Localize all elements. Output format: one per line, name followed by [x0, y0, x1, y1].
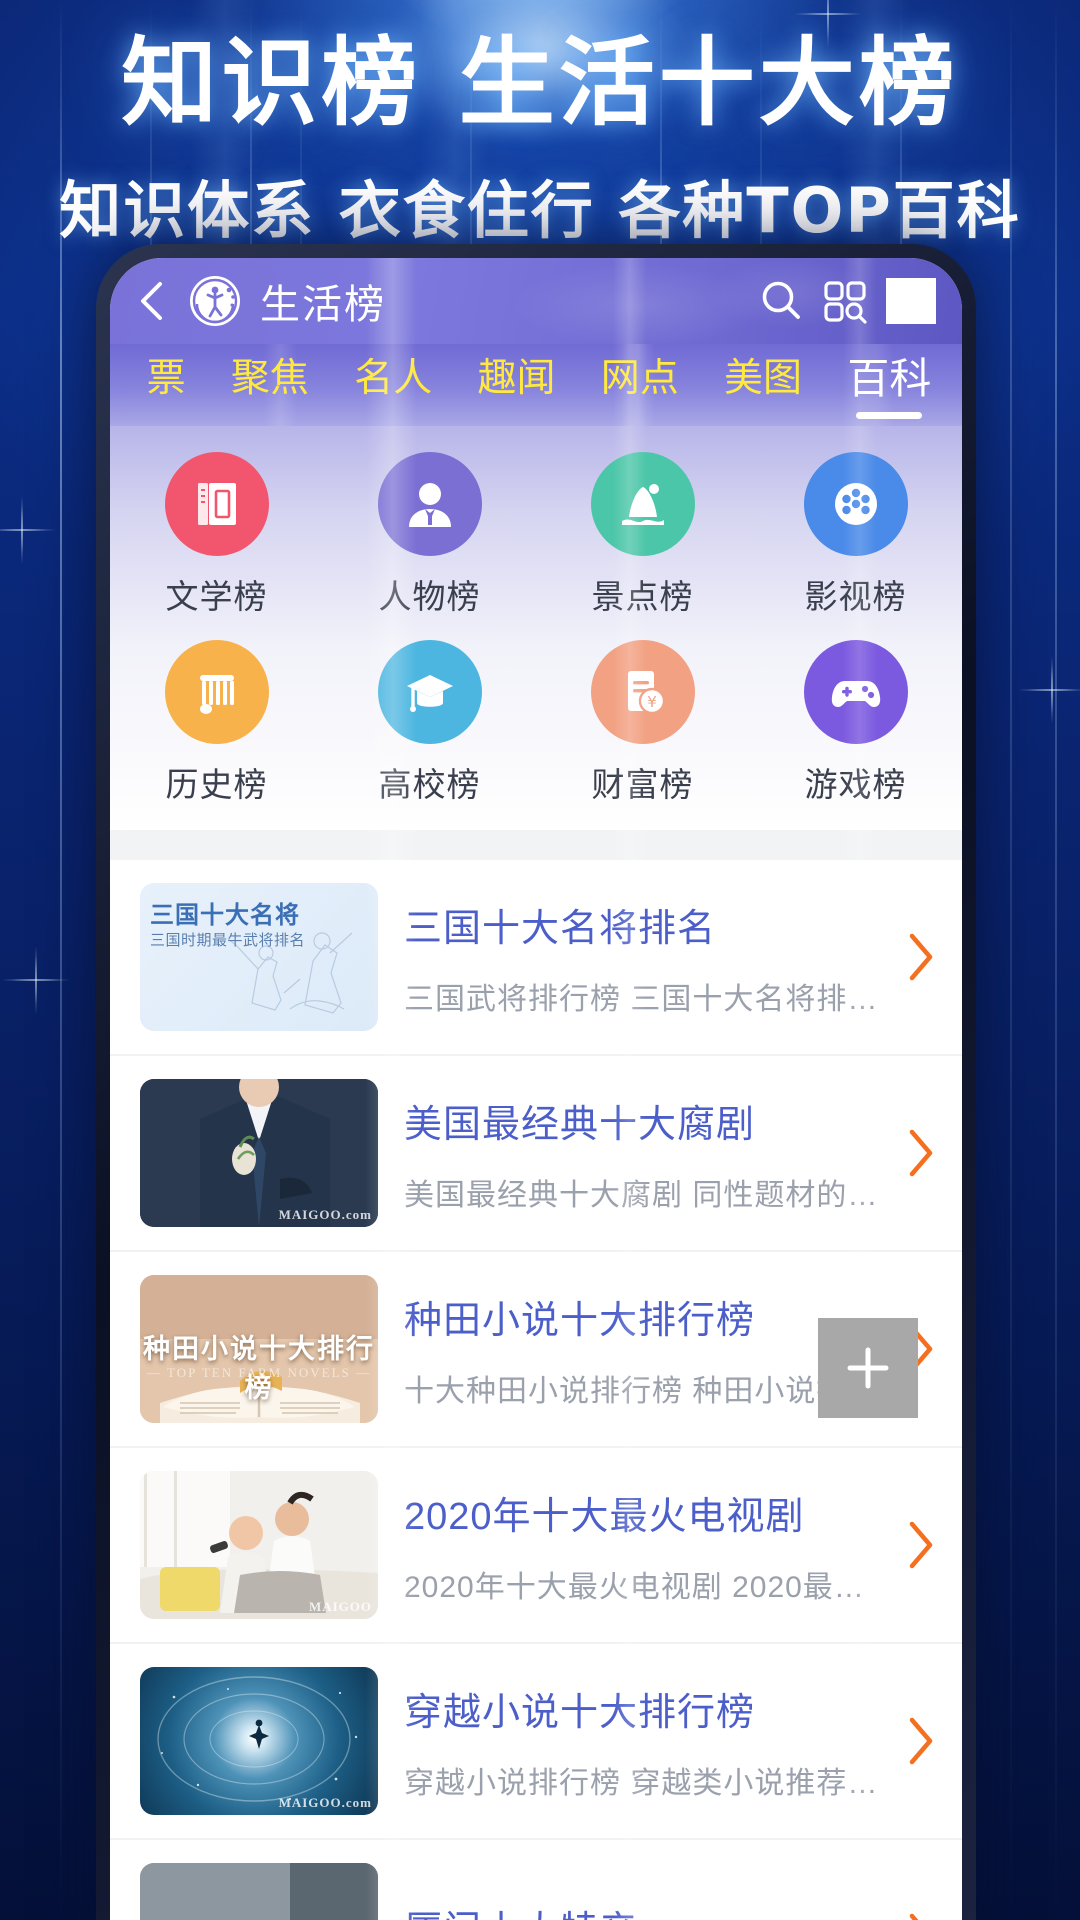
list-item[interactable]: MAIGOO.com 美国最经典十大腐剧 美国最经典十大腐剧 同性题材的… — [110, 1056, 962, 1252]
list-item-thumbnail: MAIGOO — [140, 1471, 378, 1619]
list-item[interactable]: MAIGOO 2020年十大最火电视剧 2020年十大最火电视剧 2020最新… — [110, 1448, 962, 1644]
category-lishi[interactable]: 历史榜 — [110, 632, 323, 820]
tab-active-underline — [856, 412, 923, 419]
category-label: 历史榜 — [165, 766, 268, 803]
category-row-1: 文学榜 人物榜 景点榜 影视榜 — [110, 444, 962, 632]
poster-title: 知识榜 生活十大榜 — [121, 27, 959, 139]
list-menu-icon[interactable] — [886, 278, 936, 324]
list-item-title: 穿越小说十大排行榜 — [404, 1691, 756, 1734]
tab-label: 趣闻 — [477, 357, 556, 400]
category-youxi[interactable]: 游戏榜 — [749, 632, 962, 820]
gamepad-icon — [803, 640, 908, 744]
mountain-icon — [590, 452, 695, 556]
category-jingdian[interactable]: 景点榜 — [536, 444, 749, 632]
list-item-title: 三国十大名将排名 — [404, 907, 717, 950]
list-item-thumbnail: 种田小说十大排行榜 — TOP TEN FARM NOVELS — — [140, 1275, 378, 1423]
book-icon — [164, 452, 269, 556]
tab-quwen[interactable]: 趣闻 — [455, 350, 578, 408]
list-item[interactable]: 三国十大名将 三国时期最牛武将排名 三国十大名将排名 三国武将排行榜 三国十大名… — [110, 860, 962, 1056]
thumb-watermark: MAIGOO.com — [278, 1795, 372, 1810]
category-label: 影视榜 — [804, 578, 907, 615]
category-grid: 文学榜 人物榜 景点榜 影视榜 历史榜 高校榜 ¥ 财富榜 游戏榜 — [110, 426, 962, 830]
category-caifu[interactable]: ¥ 财富榜 — [536, 632, 749, 820]
list-item-text: 2020年十大最火电视剧 2020年十大最火电视剧 2020最新… — [404, 1485, 880, 1606]
tab-label: 聚焦 — [230, 357, 309, 400]
tab-label: 名人 — [354, 357, 433, 400]
chevron-left-icon[interactable] — [136, 279, 170, 323]
tab-mingren[interactable]: 名人 — [332, 350, 455, 408]
category-row-2: 历史榜 高校榜 ¥ 财富榜 游戏榜 — [110, 632, 962, 820]
tab-meitu[interactable]: 美图 — [701, 350, 824, 408]
svg-text:¥: ¥ — [647, 693, 657, 711]
app-header: 生活榜 — [110, 258, 962, 344]
phone-mockup: 生活榜 票 聚焦 名人 趣闻 网点 美图 百科 文学榜 人物榜 景点榜 影视榜 … — [96, 244, 976, 1920]
section-divider — [110, 830, 962, 860]
tab-wangdian[interactable]: 网点 — [578, 350, 701, 408]
app-title: 生活榜 — [260, 283, 386, 327]
category-label: 景点榜 — [591, 578, 694, 615]
category-label: 人物榜 — [378, 578, 481, 615]
thumb-watermark: MAIGOO — [308, 1599, 372, 1614]
tab-bar: 票 聚焦 名人 趣闻 网点 美图 百科 — [110, 344, 962, 426]
chevron-right-icon[interactable] — [906, 931, 936, 983]
list-item-text: 三国十大名将排名 三国武将排行榜 三国十大名将排… — [404, 897, 880, 1018]
category-wenxue[interactable]: 文学榜 — [110, 444, 323, 632]
list-item-desc: 三国武将排行榜 三国十大名将排… — [404, 982, 879, 1016]
poster-background: 知识榜 生活十大榜 知识体系 衣食住行 各种TOP百科 生活榜 票 聚焦 名人 … — [0, 0, 1080, 1920]
list-item-desc: 十大种田小说排行榜 种田小说推… — [404, 1374, 879, 1408]
person-icon — [377, 452, 482, 556]
list-item-thumbnail — [140, 1863, 378, 1920]
list-item[interactable]: MAIGOO.com 穿越小说十大排行榜 穿越小说排行榜 穿越类小说推荐 … — [110, 1644, 962, 1840]
search-icon[interactable] — [758, 278, 804, 324]
category-label: 高校榜 — [378, 766, 481, 803]
list-item-thumbnail: MAIGOO.com — [140, 1079, 378, 1227]
maigoo-logo-icon — [190, 276, 240, 326]
list-item-title: 种田小说十大排行榜 — [404, 1299, 756, 1342]
poster-subtitle: 知识体系 衣食住行 各种TOP百科 — [59, 174, 1021, 247]
tab-piao[interactable]: 票 — [124, 350, 208, 408]
list-item-desc: 2020年十大最火电视剧 2020最新… — [404, 1570, 880, 1604]
chevron-right-icon[interactable] — [906, 1127, 936, 1179]
category-renwu[interactable]: 人物榜 — [323, 444, 536, 632]
tab-label: 美图 — [724, 357, 803, 400]
list-item-thumbnail: MAIGOO.com — [140, 1667, 378, 1815]
list-item-text: 厦门十大特产 — [404, 1899, 880, 1920]
list-item-desc: 美国最经典十大腐剧 同性题材的… — [404, 1178, 879, 1212]
list-item-text: 穿越小说十大排行榜 穿越小说排行榜 穿越类小说推荐 … — [404, 1681, 880, 1802]
tab-label: 票 — [146, 357, 186, 400]
chevron-right-icon[interactable] — [906, 1519, 936, 1571]
grid-search-icon[interactable] — [822, 278, 868, 324]
category-gaoxiao[interactable]: 高校榜 — [323, 632, 536, 820]
category-yingshi[interactable]: 影视榜 — [749, 444, 962, 632]
chevron-right-icon[interactable] — [906, 1715, 936, 1767]
tab-baike[interactable]: 百科 — [825, 350, 954, 419]
thumb-caption: 三国十大名将 — [150, 902, 300, 929]
tab-jujiao[interactable]: 聚焦 — [208, 350, 331, 408]
list-item-title: 美国最经典十大腐剧 — [404, 1103, 756, 1146]
add-floating-button[interactable] — [818, 1318, 918, 1418]
list-item-title: 厦门十大特产 — [404, 1899, 880, 1920]
scroll-icon — [164, 640, 269, 744]
list-item-thumbnail: 三国十大名将 三国时期最牛武将排名 — [140, 883, 378, 1031]
list-item-title: 2020年十大最火电视剧 — [404, 1495, 805, 1538]
list-item-text: 美国最经典十大腐剧 美国最经典十大腐剧 同性题材的… — [404, 1093, 880, 1214]
list-item[interactable]: 厦门十大特产 — [110, 1840, 962, 1920]
list-item-desc: 穿越小说排行榜 穿越类小说推荐 … — [404, 1766, 880, 1800]
category-label: 游戏榜 — [804, 766, 907, 803]
list-item-text: 种田小说十大排行榜 十大种田小说排行榜 种田小说推… — [404, 1289, 880, 1410]
tab-label: 百科 — [847, 355, 932, 402]
thumb-subcaption: 三国时期最牛武将排名 — [150, 932, 306, 949]
thumb-subcaption: — TOP TEN FARM NOVELS — — [146, 1365, 372, 1380]
invoice-yuan-icon: ¥ — [590, 640, 695, 744]
category-label: 文学榜 — [165, 578, 268, 615]
chevron-right-icon[interactable] — [906, 1911, 936, 1920]
film-reel-icon — [803, 452, 908, 556]
phone-screen: 生活榜 票 聚焦 名人 趣闻 网点 美图 百科 文学榜 人物榜 景点榜 影视榜 … — [110, 258, 962, 1920]
tab-label: 网点 — [600, 357, 679, 400]
plus-icon — [847, 1347, 889, 1389]
graduation-cap-icon — [377, 640, 482, 744]
thumb-watermark: MAIGOO.com — [278, 1207, 372, 1222]
category-label: 财富榜 — [591, 766, 694, 803]
